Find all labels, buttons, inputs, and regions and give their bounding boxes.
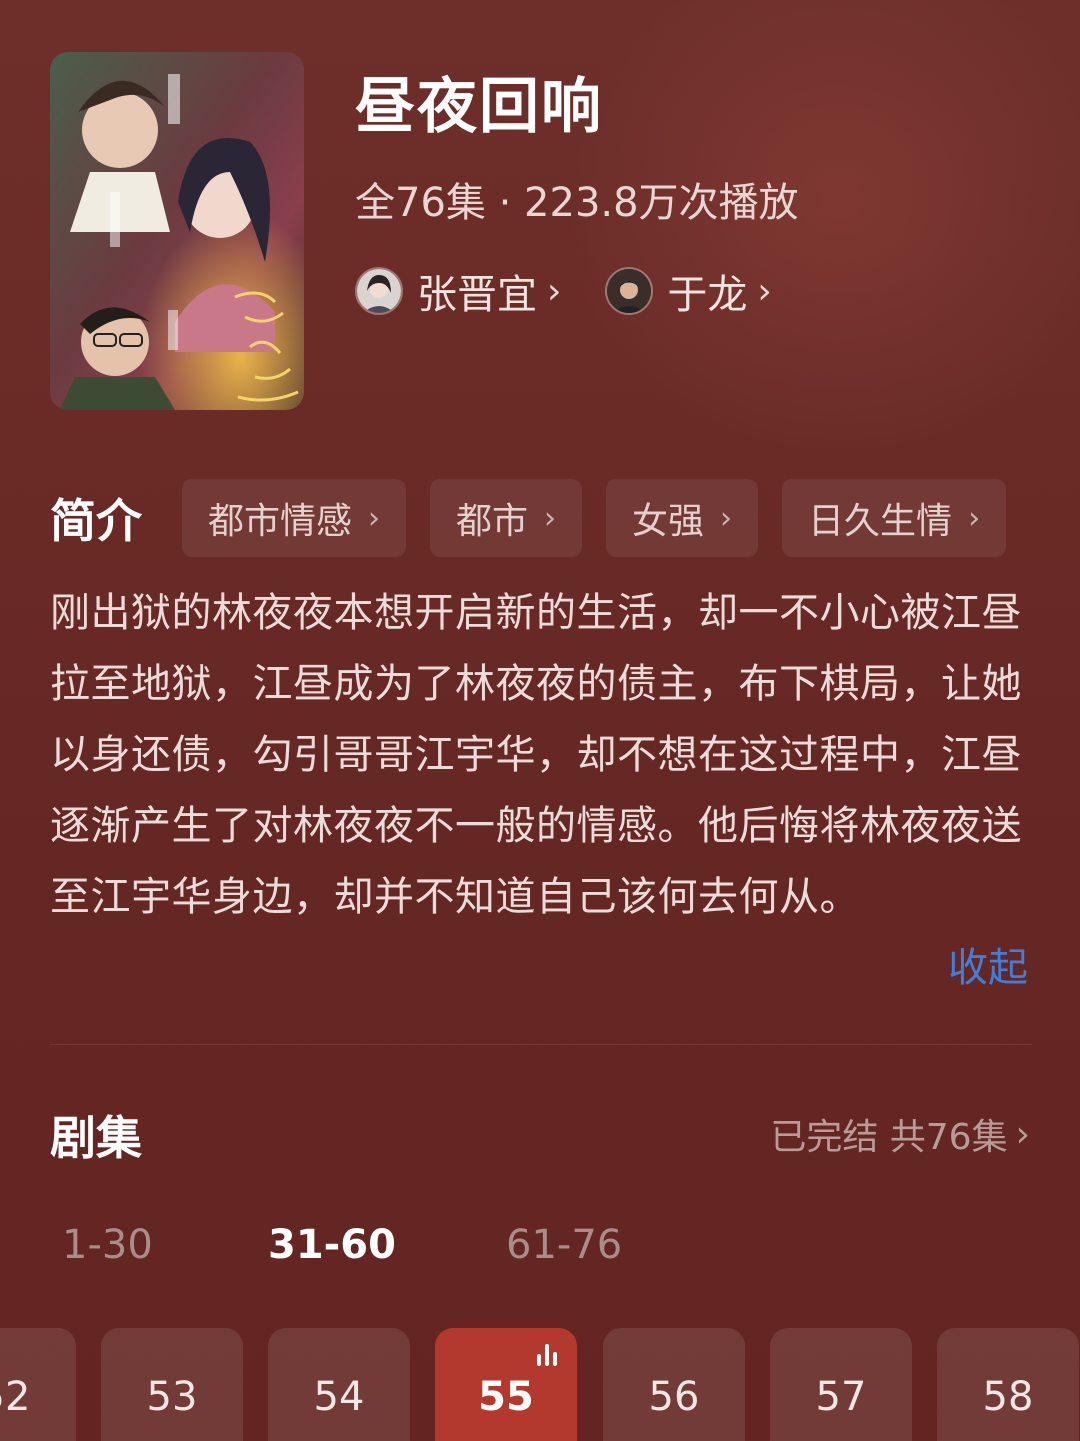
episode-number: 52 bbox=[0, 1374, 31, 1420]
divider bbox=[50, 1044, 1032, 1045]
cast-item-actor[interactable]: 于龙 › bbox=[605, 262, 772, 320]
episodes-status-link[interactable]: 已完结 共76集 › bbox=[770, 1108, 1030, 1160]
chevron-right-icon: › bbox=[1015, 1113, 1030, 1155]
tag-button[interactable]: 都市情感 › bbox=[182, 479, 407, 557]
cast-item-actress[interactable]: 张晋宜 › bbox=[355, 262, 561, 320]
drama-title: 昼夜回响 bbox=[355, 72, 603, 142]
episode-button[interactable]: 54 bbox=[268, 1328, 410, 1441]
playing-equalizer-icon bbox=[537, 1344, 557, 1366]
episode-button-playing[interactable]: 55 bbox=[435, 1328, 577, 1441]
cast-list: 张晋宜 › 于龙 › bbox=[355, 262, 772, 320]
episode-number: 57 bbox=[815, 1374, 867, 1420]
drama-poster[interactable] bbox=[50, 52, 304, 410]
episode-number: 56 bbox=[648, 1374, 700, 1420]
tag-button[interactable]: 都市 › bbox=[430, 479, 583, 557]
episodes-status: 已完结 共76集 bbox=[770, 1117, 1008, 1158]
tag-label: 都市情感 bbox=[208, 501, 353, 542]
tab-range-61-76[interactable]: 61-76 bbox=[506, 1222, 622, 1268]
cast-name: 于龙 bbox=[667, 272, 748, 318]
cast-name: 张晋宜 bbox=[417, 272, 537, 318]
tag-label: 女强 bbox=[632, 501, 705, 542]
actress-avatar bbox=[355, 267, 403, 315]
episode-list: 52 53 54 55 56 57 58 bbox=[0, 1328, 1080, 1441]
drama-meta: 全76集 · 223.8万次播放 bbox=[355, 180, 799, 226]
episode-number: 58 bbox=[982, 1374, 1034, 1420]
collapse-button[interactable]: 收起 bbox=[948, 938, 1028, 998]
drama-poster-image bbox=[50, 52, 304, 410]
chevron-right-icon: › bbox=[547, 270, 562, 312]
intro-description: 刚出狱的林夜夜本想开启新的生活，却一不小心被江昼拉至地狱，江昼成为了林夜夜的债主… bbox=[50, 590, 1022, 920]
tag-button[interactable]: 女强 › bbox=[606, 479, 759, 557]
tag-label: 都市 bbox=[456, 501, 529, 542]
chevron-right-icon: › bbox=[544, 500, 557, 536]
tab-range-31-60[interactable]: 31-60 bbox=[268, 1222, 506, 1268]
chevron-right-icon: › bbox=[720, 500, 733, 536]
episode-button[interactable]: 52 bbox=[0, 1328, 76, 1441]
episode-button[interactable]: 58 bbox=[937, 1328, 1079, 1441]
chevron-right-icon: › bbox=[968, 500, 981, 536]
episode-button[interactable]: 53 bbox=[101, 1328, 243, 1441]
tab-range-1-30[interactable]: 1-30 bbox=[62, 1222, 268, 1268]
episode-number: 54 bbox=[313, 1374, 365, 1420]
episode-button[interactable]: 56 bbox=[603, 1328, 745, 1441]
episode-range-tabs: 1-30 31-60 61-76 bbox=[62, 1222, 622, 1268]
episode-number: 53 bbox=[146, 1374, 198, 1420]
intro-heading: 简介 bbox=[50, 494, 142, 548]
chevron-right-icon: › bbox=[368, 500, 381, 536]
chevron-right-icon: › bbox=[757, 270, 772, 312]
episode-number: 55 bbox=[478, 1374, 534, 1420]
tag-button[interactable]: 日久生情 › bbox=[782, 479, 1007, 557]
actor-avatar bbox=[605, 267, 654, 315]
tag-list: 都市情感 › 都市 › 女强 › 日久生情 › bbox=[182, 479, 1007, 557]
episode-button[interactable]: 57 bbox=[770, 1328, 912, 1441]
tag-label: 日久生情 bbox=[808, 501, 953, 542]
background-glow bbox=[560, 0, 1080, 460]
intro-header: 简介 都市情感 › 都市 › 女强 › 日久生情 › bbox=[50, 478, 1007, 558]
episodes-heading: 剧集 bbox=[50, 1111, 142, 1165]
